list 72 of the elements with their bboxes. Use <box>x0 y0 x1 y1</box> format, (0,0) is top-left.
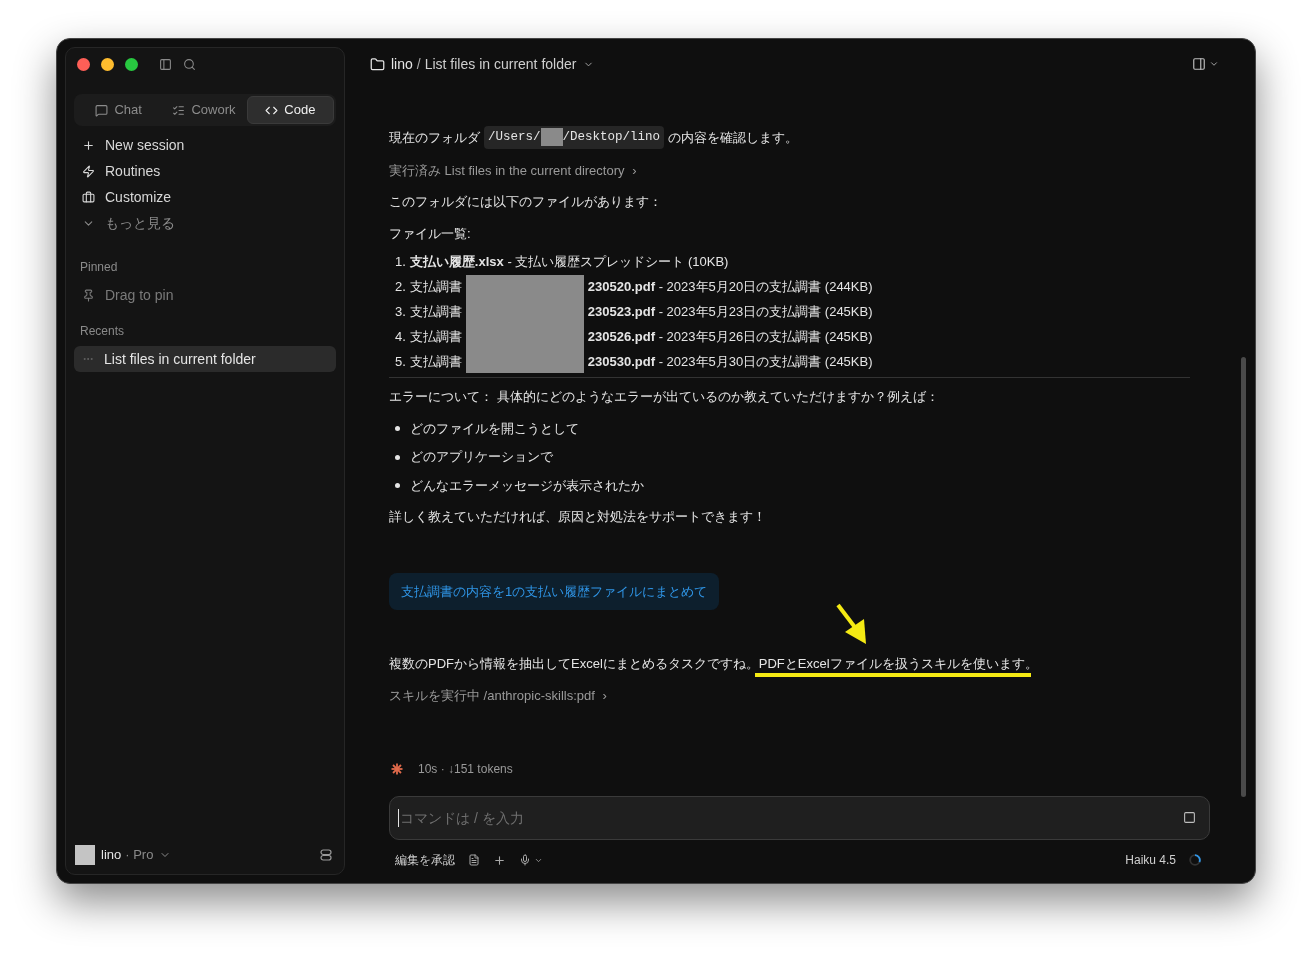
microphone-menu-button[interactable] <box>519 854 543 866</box>
list-number: 2. <box>395 278 406 297</box>
message-text: このフォルダには以下のファイルがあります： <box>389 193 663 212</box>
list-number: 1. <box>395 253 406 272</box>
briefcase-icon <box>82 190 95 204</box>
sidebar-nav-item[interactable]: もっと見る <box>74 210 336 236</box>
tool-call-link[interactable]: スキルを実行中 /anthropic-skills:pdf › <box>389 685 607 706</box>
list-item-text: どのアプリケーションで <box>410 448 553 467</box>
account-menu[interactable]: lino · Pro <box>101 845 172 865</box>
close-window-button[interactable] <box>77 57 90 71</box>
annotation-arrow <box>835 602 869 647</box>
file-name: 支払調書 <box>409 328 462 347</box>
sidebar-nav-item[interactable]: Customize <box>74 184 336 210</box>
file-name: 支払調書 <box>409 278 462 297</box>
file-entry: 230523.pdf - 2023年5月23日の支払調書 (245KB) <box>587 303 874 322</box>
message-text: 複数のPDFから情報を抽出してExcelにまとめるタスクですね。 <box>389 655 759 674</box>
microphone-icon <box>519 854 531 866</box>
breadcrumb-title[interactable]: lino / List files in current folder <box>370 53 595 75</box>
message-text: ファイル一覧: <box>389 224 472 243</box>
recent-session-item[interactable]: List files in current folder <box>74 346 336 372</box>
tool-call-link[interactable]: 実行済み List files in the current directory › <box>389 160 637 181</box>
message-text: の内容を確認します。 <box>668 128 799 147</box>
list-number: 5. <box>395 353 406 372</box>
file-entry: 支払い履歴.xlsx - 支払い履歴スプレッドシート (10KB) <box>409 253 730 272</box>
progress-ring-icon <box>1189 854 1201 866</box>
text-cursor <box>398 809 399 827</box>
sidebar-toggle-icon[interactable] <box>159 57 172 71</box>
plus-icon[interactable] <box>493 853 506 867</box>
panel-icon <box>1192 57 1206 71</box>
document-icon[interactable] <box>468 854 480 866</box>
permission-mode-button[interactable]: 編集を承認 <box>395 851 455 869</box>
checklist-icon <box>172 103 186 117</box>
file-name: 支払調書 <box>409 303 462 322</box>
spinner-star-icon <box>391 763 403 775</box>
command-input-field[interactable]: コマンドは / を入力 <box>389 796 1210 840</box>
user-message-bubble: 支払調書の内容を1の支払い履歴ファイルにまとめて <box>389 572 720 611</box>
drag-to-pin-hint: Drag to pin <box>105 285 174 305</box>
minimize-window-button[interactable] <box>101 57 114 71</box>
status-text: 10s · ↓151 tokens <box>418 761 513 778</box>
lightning-icon <box>82 164 95 178</box>
file-entry: 230526.pdf - 2023年5月26日の支払調書 (245KB) <box>587 328 874 347</box>
list-number: 4. <box>395 328 406 347</box>
plus-icon <box>82 138 95 152</box>
maximize-window-button[interactable] <box>125 57 138 71</box>
list-item-text: どんなエラーメッセージが表示されたか <box>410 476 644 495</box>
mode-tab[interactable]: Code <box>246 96 334 124</box>
message-text: エラーについて： 具体的にどのようなエラーが出ているのか教えていただけますか？例えば： <box>389 388 940 407</box>
model-selector[interactable]: Haiku 4.5 <box>1125 851 1176 869</box>
toggle-icon[interactable] <box>320 849 332 861</box>
pin-icon <box>82 288 95 302</box>
mode-tab[interactable]: Cowork <box>161 96 247 124</box>
list-number: 3. <box>395 303 406 322</box>
file-entry: 230520.pdf - 2023年5月20日の支払調書 (244KB) <box>587 278 874 297</box>
section-heading: Recents <box>79 323 126 340</box>
mode-tab[interactable]: Chat <box>76 96 162 124</box>
stop-icon[interactable] <box>1183 811 1196 824</box>
chat-bubbles-icon <box>95 103 109 117</box>
avatar <box>75 845 95 865</box>
message-text: 現在のフォルダ <box>389 128 480 147</box>
chevron-down-icon <box>1209 59 1219 69</box>
code-path: /Users/ /Desktop/lino <box>484 126 665 149</box>
sidebar-nav-item[interactable]: Routines <box>74 158 336 184</box>
folder-icon <box>370 56 385 72</box>
message-text: 詳しく教えていただければ、原因と対処法をサポートできます！ <box>389 508 767 527</box>
sidebar-nav-item[interactable]: New session <box>74 132 336 158</box>
section-heading: Pinned <box>79 259 119 276</box>
file-name: 支払調書 <box>409 353 462 372</box>
list-item-text: どのファイルを開こうとして <box>410 419 579 438</box>
search-icon[interactable] <box>183 57 196 71</box>
file-entry: 230530.pdf - 2023年5月30日の支払調書 (245KB) <box>587 353 874 372</box>
highlighted-text: PDFとExcelファイルを扱うスキルを使います。 <box>758 655 1038 674</box>
panel-toggle-button[interactable] <box>1192 57 1219 71</box>
